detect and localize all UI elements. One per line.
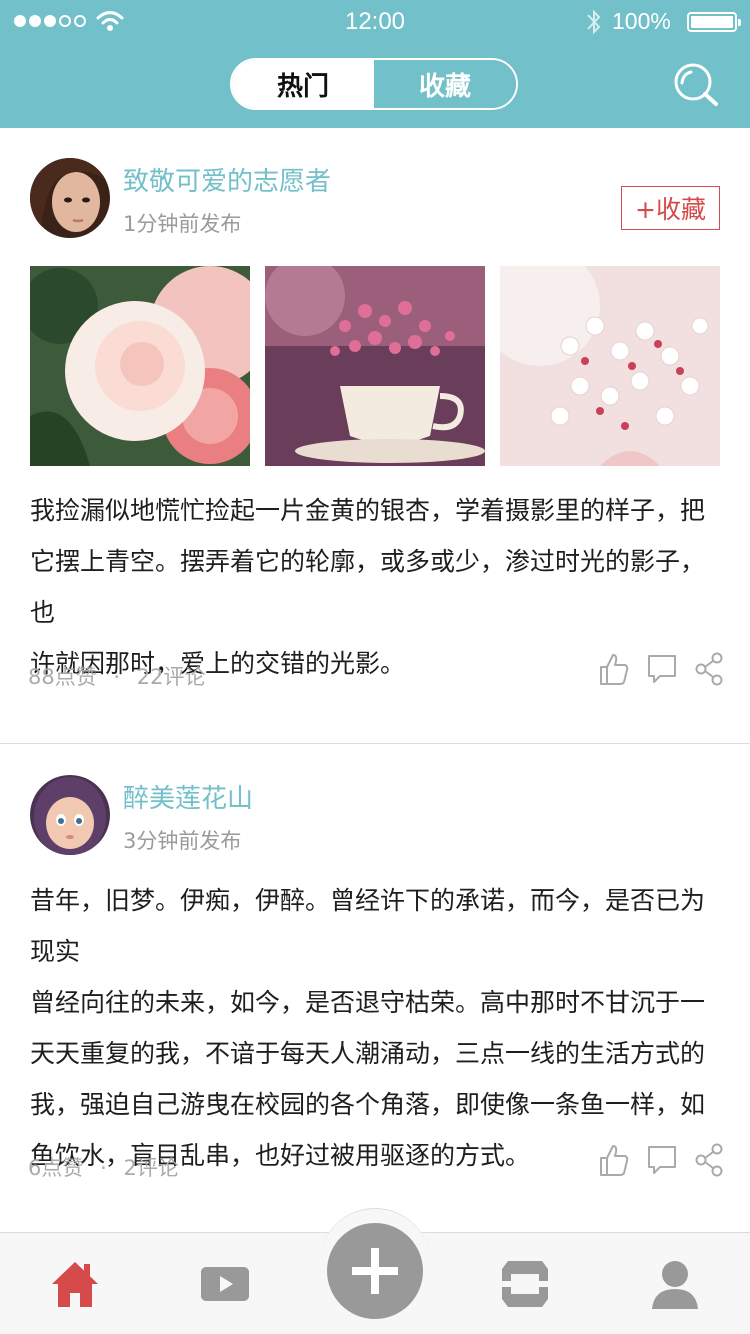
post-actions <box>598 1143 726 1177</box>
like-count: 6点赞 <box>28 1156 84 1180</box>
post-stats: 88点赞 · 22评论 <box>28 661 206 691</box>
content-line: 昔年，旧梦。伊痴，伊醉。曾经许下的承诺，而今，是否已为现实 <box>30 886 706 966</box>
shop-icon <box>502 1261 548 1307</box>
post-image[interactable] <box>30 266 250 466</box>
content-line: 它摆上青空。摆弄着它的轮廓，或多或少，渗过时光的影子，也 <box>30 547 706 627</box>
stats-separator: · <box>113 665 121 689</box>
home-icon <box>52 1262 98 1307</box>
content-line: 曾经向往的未来，如今，是否退守枯荣。高中那时不甘沉于一 <box>30 988 706 1017</box>
bluetooth-icon <box>587 9 601 35</box>
avatar[interactable] <box>30 775 110 855</box>
post-time: 1分钟前发布 <box>123 212 242 236</box>
tab-shop[interactable] <box>480 1233 570 1334</box>
favorite-button[interactable]: +收藏 <box>621 186 720 230</box>
comment-count[interactable]: 22评论 <box>137 665 206 689</box>
post-image[interactable] <box>500 266 720 466</box>
video-icon <box>201 1267 249 1301</box>
header: 12:00 100% 热门 收藏 <box>0 0 750 128</box>
username[interactable]: 醉美莲花山 <box>123 778 253 815</box>
add-post-button[interactable] <box>327 1223 423 1319</box>
tab-profile[interactable] <box>630 1233 720 1334</box>
comment-count[interactable]: 2评论 <box>123 1156 178 1180</box>
add-icon <box>352 1248 398 1294</box>
post-time: 3分钟前发布 <box>123 829 242 853</box>
search-icon[interactable] <box>672 62 720 110</box>
battery-icon <box>687 12 741 32</box>
content-line: 天天重复的我，不谙于每天人潮涌动，三点一线的生活方式的 <box>30 1039 706 1068</box>
tab-favorites[interactable]: 收藏 <box>374 60 516 108</box>
post-content: 昔年，旧梦。伊痴，伊醉。曾经许下的承诺，而今，是否已为现实 曾经向往的未来，如今… <box>30 875 725 1181</box>
share-icon[interactable] <box>694 1143 726 1177</box>
share-icon[interactable] <box>694 652 726 686</box>
like-icon[interactable] <box>598 1143 630 1177</box>
feed-tab-switcher: 热门 收藏 <box>230 58 518 110</box>
post-stats: 6点赞 · 2评论 <box>28 1152 179 1182</box>
battery-percentage: 100% <box>612 8 671 34</box>
stats-separator: · <box>100 1156 107 1180</box>
post-card[interactable]: 致敬可爱的志愿者 1分钟前发布 +收藏 我捡漏似地慌忙捡起一片金黄的银杏，学着摄… <box>0 128 750 744</box>
content-line: 我捡漏似地慌忙捡起一片金黄的银杏，学着摄影里的样子，把 <box>30 496 706 525</box>
comment-icon[interactable] <box>646 1143 678 1177</box>
tab-hot[interactable]: 热门 <box>232 60 374 108</box>
tab-video[interactable] <box>180 1233 270 1334</box>
username[interactable]: 致敬可爱的志愿者 <box>123 161 331 198</box>
post-image[interactable] <box>265 266 485 466</box>
comment-icon[interactable] <box>646 652 678 686</box>
like-count: 88点赞 <box>28 665 97 689</box>
content-line: 我，强迫自己游曳在校园的各个角落，即使像一条鱼一样，如 <box>30 1090 706 1119</box>
like-icon[interactable] <box>598 652 630 686</box>
post-card[interactable]: 醉美莲花山 3分钟前发布 昔年，旧梦。伊痴，伊醉。曾经许下的承诺，而今，是否已为… <box>0 745 750 1231</box>
status-bar: 12:00 100% <box>0 0 750 44</box>
profile-icon <box>652 1261 698 1309</box>
tab-home[interactable] <box>30 1233 120 1334</box>
avatar[interactable] <box>30 158 110 238</box>
post-actions <box>598 652 726 686</box>
